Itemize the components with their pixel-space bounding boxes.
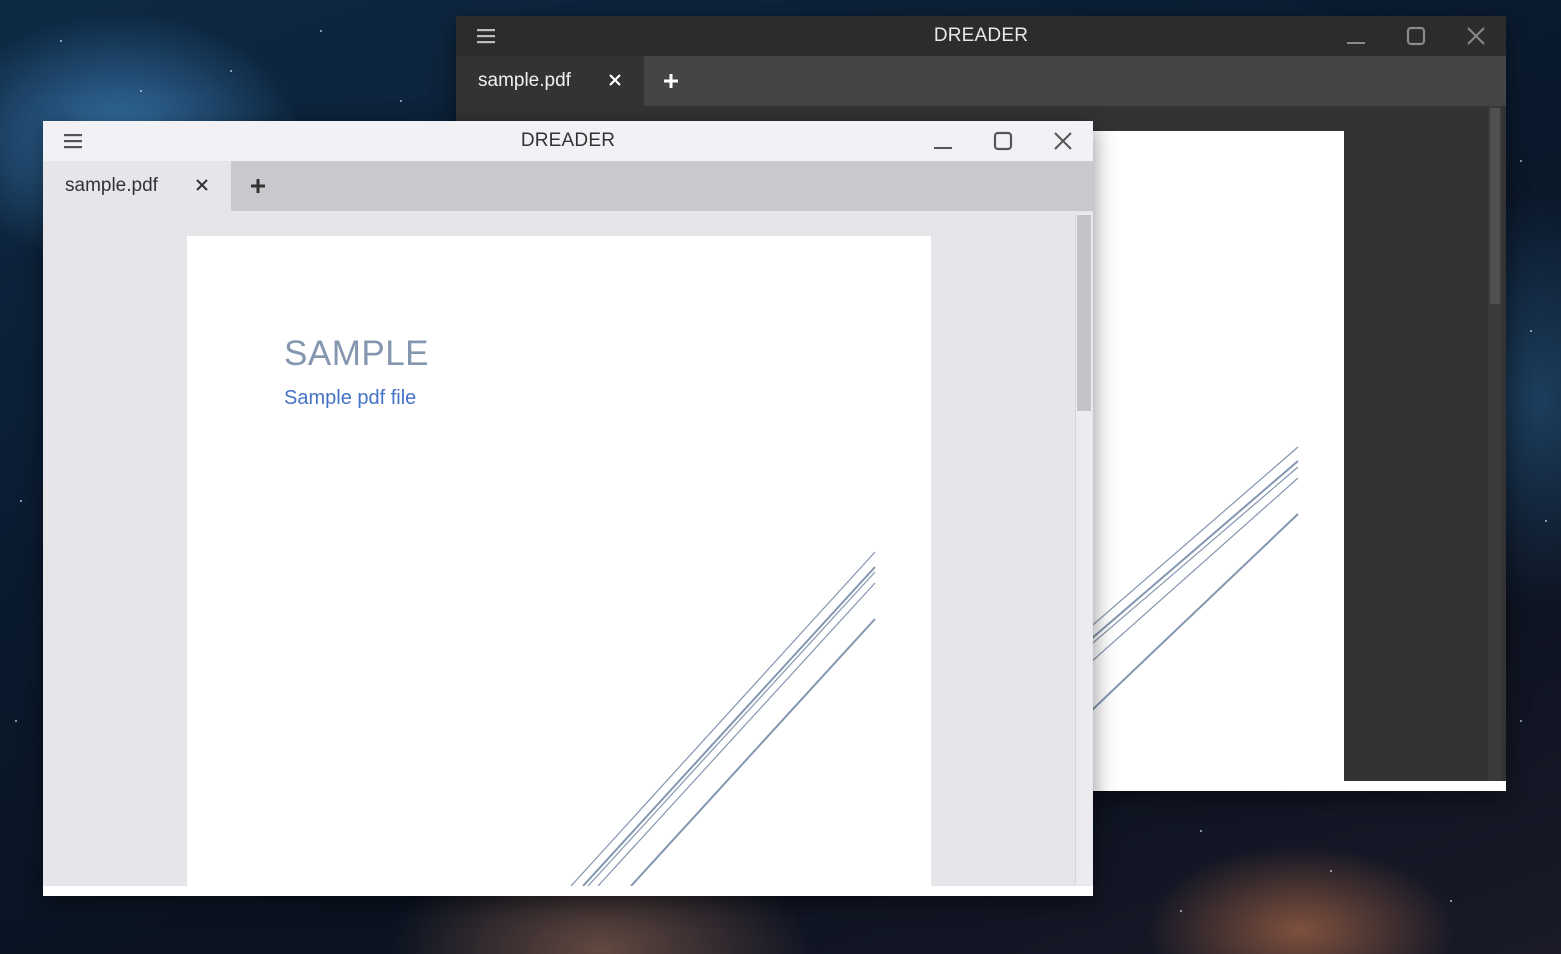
- document-viewer[interactable]: SAMPLE Sample pdf file: [43, 211, 1093, 896]
- close-icon[interactable]: [190, 173, 214, 197]
- title-bar[interactable]: DREADER: [43, 121, 1093, 161]
- close-icon[interactable]: [1452, 16, 1500, 56]
- maximize-icon[interactable]: [979, 121, 1027, 161]
- plus-icon[interactable]: [243, 171, 273, 201]
- minimize-icon[interactable]: [919, 121, 967, 161]
- decorative-lines: [570, 551, 876, 886]
- scrollbar-thumb[interactable]: [1490, 108, 1500, 304]
- vertical-scrollbar[interactable]: [1488, 106, 1502, 781]
- tab-sample-pdf[interactable]: sample.pdf: [456, 56, 644, 106]
- tab-label: sample.pdf: [65, 175, 158, 196]
- tab-bar: sample.pdf: [456, 56, 1506, 106]
- maximize-icon[interactable]: [1392, 16, 1440, 56]
- foreground-app-window[interactable]: DREADER sample.pdf SAMPLE Sample pdf fil…: [43, 121, 1093, 896]
- pdf-page: [1066, 131, 1344, 781]
- plus-icon[interactable]: [656, 66, 686, 96]
- vertical-scrollbar[interactable]: [1075, 213, 1092, 885]
- tab-bar: sample.pdf: [43, 161, 1093, 211]
- scrollbar-thumb[interactable]: [1077, 215, 1091, 411]
- pdf-page: SAMPLE Sample pdf file: [187, 236, 931, 886]
- close-icon[interactable]: [603, 68, 627, 92]
- page-bottom-edge: [43, 886, 1093, 896]
- page-bottom-edge: [1066, 781, 1506, 791]
- tab-sample-pdf[interactable]: sample.pdf: [43, 161, 231, 211]
- decorative-lines: [1066, 446, 1299, 737]
- title-bar[interactable]: DREADER: [456, 16, 1506, 56]
- minimize-icon[interactable]: [1332, 16, 1380, 56]
- close-icon[interactable]: [1039, 121, 1087, 161]
- tab-label: sample.pdf: [478, 70, 571, 91]
